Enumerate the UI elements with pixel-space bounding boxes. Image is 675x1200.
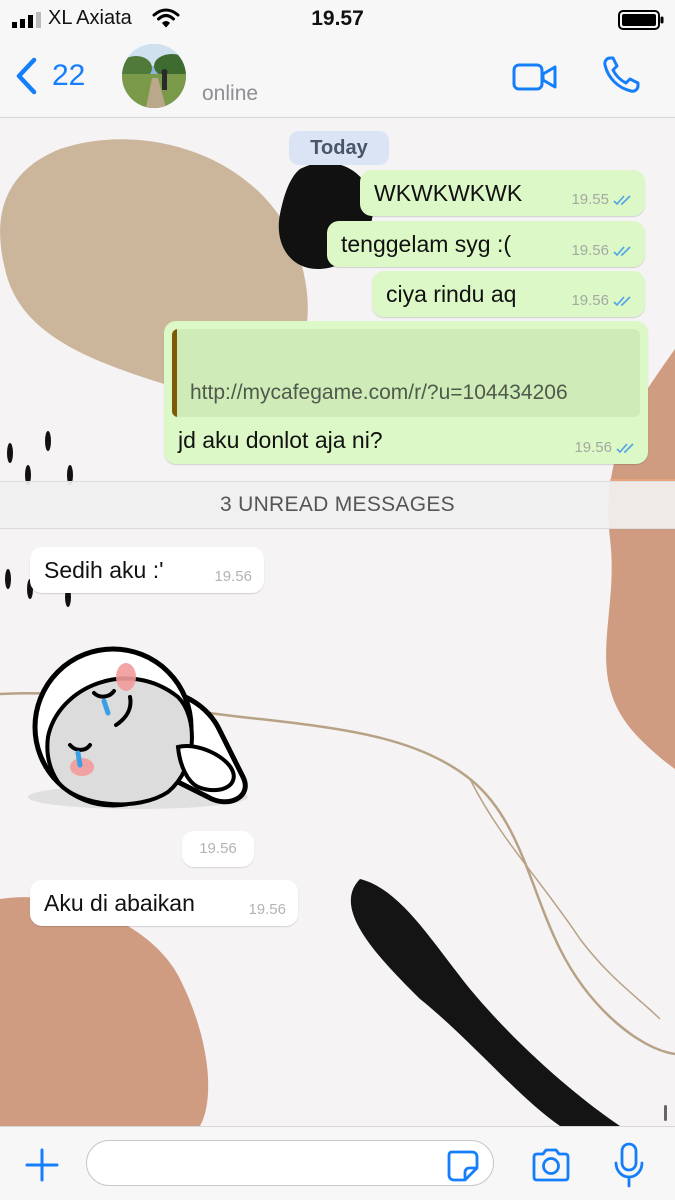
microphone-icon[interactable] <box>612 1141 646 1189</box>
sticker-icon[interactable] <box>446 1149 480 1183</box>
message-time: 19.56 <box>248 901 286 918</box>
message-meta: 19.56 <box>571 242 633 259</box>
outgoing-message[interactable]: ciya rindu aq 19.56 <box>372 271 645 317</box>
status-bar: XL Axiata 19.57 <box>0 0 675 38</box>
message-time: 19.56 <box>574 439 612 456</box>
phone-icon[interactable] <box>600 54 642 96</box>
message-time: 19.55 <box>571 191 609 208</box>
message-input-bar <box>0 1126 675 1200</box>
contact-avatar[interactable] <box>122 44 186 108</box>
video-call-icon[interactable] <box>512 60 558 94</box>
avatar-landscape-image <box>122 44 186 108</box>
message-list[interactable]: Today WKWKWKWK 19.55 tenggelam syg :( 19… <box>0 119 675 1126</box>
message-meta: 19.56 <box>574 439 636 456</box>
link-preview-accent <box>172 329 177 417</box>
link-url[interactable]: http://mycafegame.com/r/?u=104434206 <box>190 381 568 405</box>
outgoing-link-message[interactable]: http://mycafegame.com/r/?u=104434206 jd … <box>164 321 648 464</box>
outgoing-message[interactable]: WKWKWKWK 19.55 <box>360 170 645 216</box>
read-ticks-icon <box>613 295 631 306</box>
read-ticks-icon <box>613 194 631 205</box>
plus-icon[interactable] <box>24 1147 60 1183</box>
message-meta: 19.56 <box>214 568 252 585</box>
message-text: Aku di abaikan <box>44 890 195 916</box>
message-meta: 19.56 <box>571 292 633 309</box>
message-text: tenggelam syg :( <box>341 231 512 257</box>
contact-status: online <box>202 82 259 105</box>
incoming-message[interactable]: Sedih aku :' 19.56 <box>30 547 264 593</box>
incoming-message[interactable]: Aku di abaikan 19.56 <box>30 880 298 926</box>
battery-icon <box>618 10 664 30</box>
sticker-timestamp: 19.56 <box>182 831 254 867</box>
status-time: 19.57 <box>311 7 364 30</box>
message-text: ciya rindu aq <box>386 281 517 307</box>
read-ticks-icon <box>613 245 631 256</box>
scroll-indicator[interactable] <box>664 1105 667 1121</box>
message-text: jd aku donlot aja ni? <box>178 427 383 453</box>
unread-messages-divider: 3 UNREAD MESSAGES <box>0 481 675 529</box>
link-preview[interactable]: http://mycafegame.com/r/?u=104434206 <box>172 329 640 417</box>
message-time: 19.56 <box>571 242 609 259</box>
message-input[interactable] <box>86 1140 494 1186</box>
back-button[interactable]: 22 <box>14 56 85 96</box>
message-text: WKWKWKWK <box>374 180 523 206</box>
message-time: 19.56 <box>571 292 609 309</box>
chevron-left-icon <box>16 57 37 95</box>
date-separator: Today <box>289 131 389 165</box>
read-ticks-icon <box>616 442 634 453</box>
message-meta: 19.56 <box>248 901 286 918</box>
sticker-crying-character[interactable] <box>28 617 258 827</box>
message-text: Sedih aku :' <box>44 557 164 583</box>
camera-icon[interactable] <box>530 1147 572 1183</box>
outgoing-message[interactable]: tenggelam syg :( 19.56 <box>327 221 645 267</box>
chat-header: 22 online <box>0 38 675 118</box>
message-meta: 19.55 <box>571 191 633 208</box>
message-time: 19.56 <box>214 568 252 585</box>
unread-chats-count: 22 <box>52 59 86 92</box>
